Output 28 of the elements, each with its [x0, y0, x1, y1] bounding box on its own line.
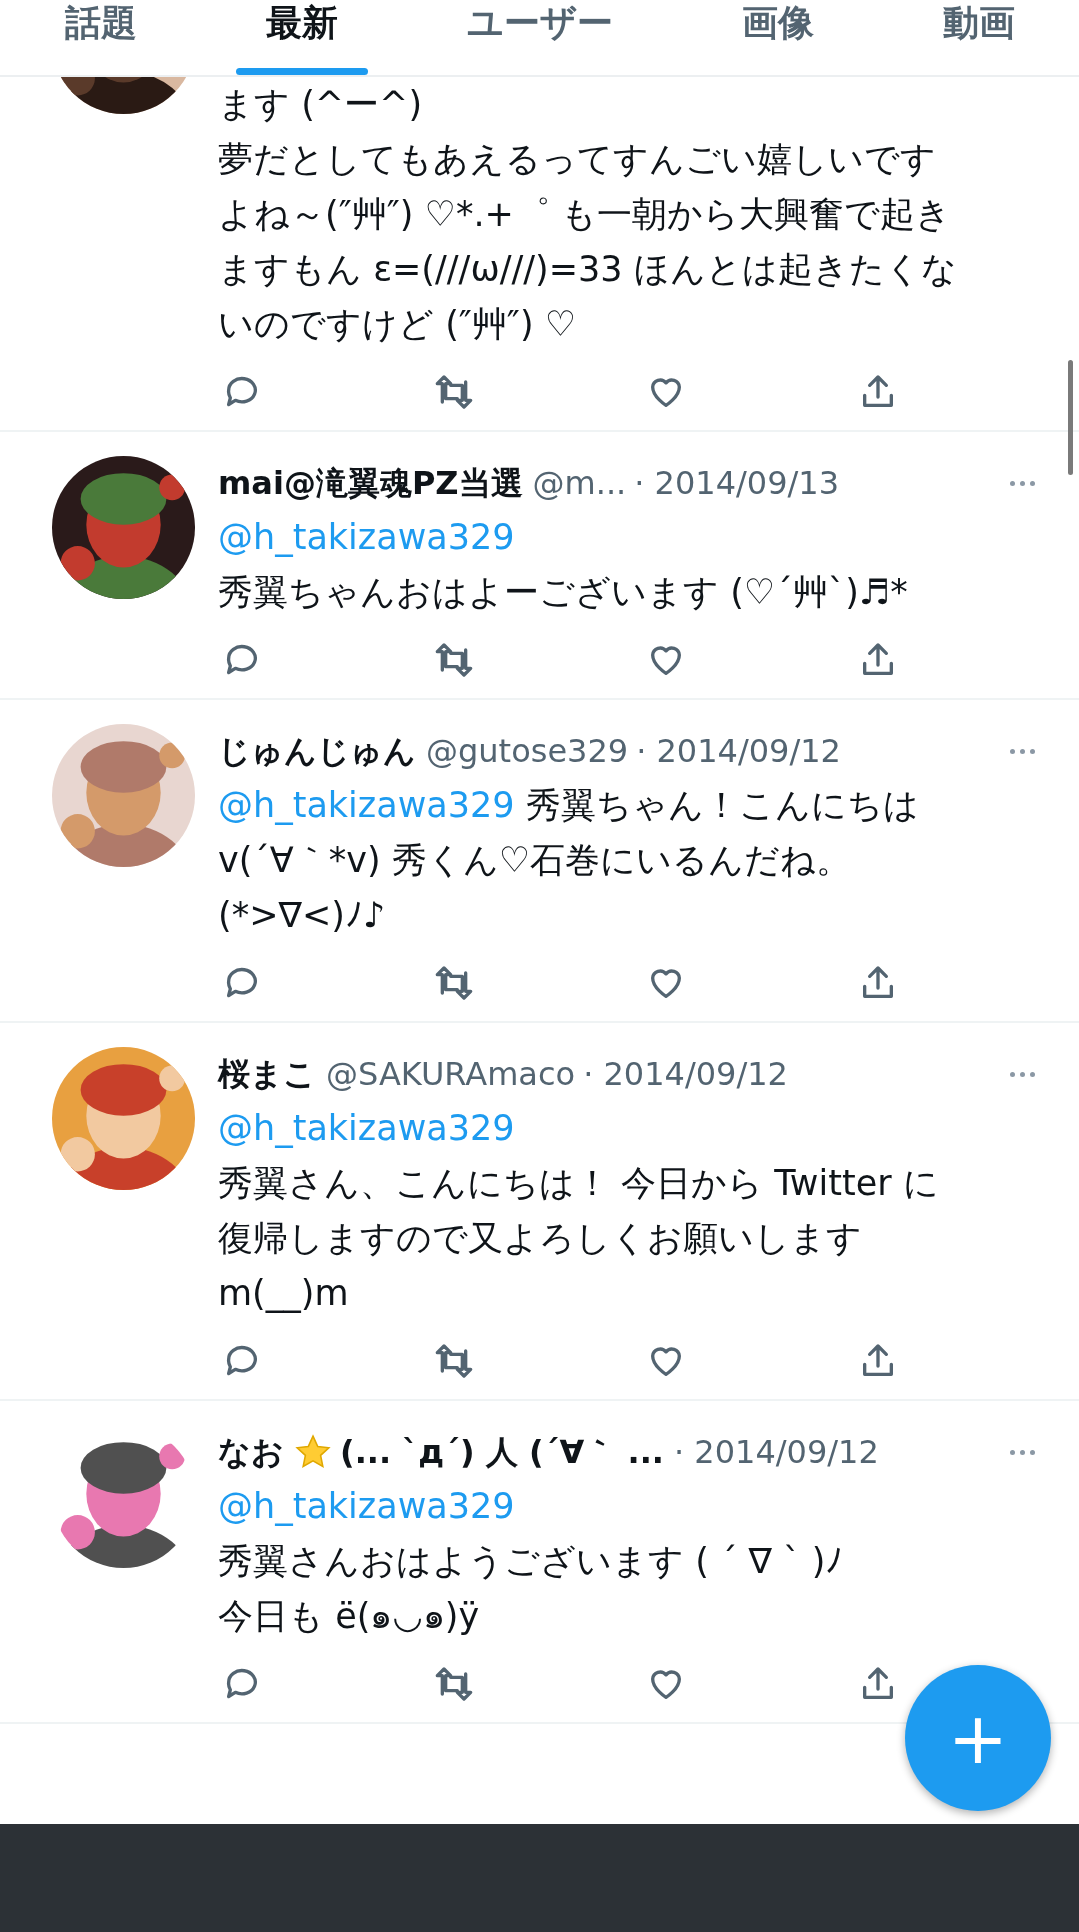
user-handle[interactable]: @m... — [532, 456, 627, 510]
retweet-icon[interactable] — [434, 1664, 474, 1704]
tweet-date: · 2014/09/13 — [634, 463, 840, 504]
retweet-icon[interactable] — [434, 1341, 474, 1381]
user-handle[interactable]: @gutose329 — [426, 724, 629, 778]
tweet-text: @h_takizawa329 秀翼ちゃん！こんにちは v(´∀｀*v) 秀くん♡石巻にいるんだね。 (*>∇<)ﾉ♪ — [218, 784, 920, 937]
user-name[interactable]: 桜まこ — [218, 1047, 316, 1101]
tweet-text: ます (^ー^) 夢だとしてもあえるってすんごい嬉しいです よね～(″艸″) ♡*.+゜ も一朝から大興奮で起き ますもん ε=(///ω///)=33 ほんとは起きたくな いのですけど (″艸″) ♡ — [218, 83, 958, 346]
retweet-icon[interactable] — [434, 963, 474, 1003]
user-name[interactable]: mai@滝翼魂PZ当選 — [218, 456, 523, 510]
tweet-text: 秀翼ちゃんおはよーございます (♡´艸`)♬* — [218, 571, 909, 614]
retweet-icon[interactable] — [434, 640, 474, 680]
scrollbar[interactable] — [1068, 360, 1073, 475]
user-name[interactable]: じゅんじゅん — [218, 724, 416, 778]
tweet-date: · 2014/09/12 — [636, 731, 841, 772]
retweet-icon[interactable] — [434, 372, 474, 412]
user-name[interactable]: なお — [218, 1425, 284, 1479]
tab[interactable]: 最新 — [235, 0, 368, 75]
user-name[interactable]: (... `д´) 人 (´∀｀ ... — [340, 1425, 664, 1479]
tab[interactable]: 話題 — [34, 0, 167, 75]
tab[interactable]: ユーザー — [436, 0, 643, 75]
tweet-date: · 2014/09/12 — [674, 1432, 879, 1473]
user-handle[interactable]: @SAKURAmaco — [326, 1047, 576, 1101]
tab[interactable]: 画像 — [711, 0, 844, 75]
tweet-text: 秀翼さん、こんにちは！ 今日から Twitter に 復帰しますので又よろしくお願いします m(__)m — [218, 1162, 940, 1315]
tweet-text: 秀翼さんおはようございます ( ´ ∇ ` )ﾉ 今日も ë(๑◡๑)ÿ — [218, 1540, 845, 1638]
tweet-date: · 2014/09/12 — [583, 1054, 788, 1095]
tab[interactable]: 動画 — [912, 0, 1045, 75]
